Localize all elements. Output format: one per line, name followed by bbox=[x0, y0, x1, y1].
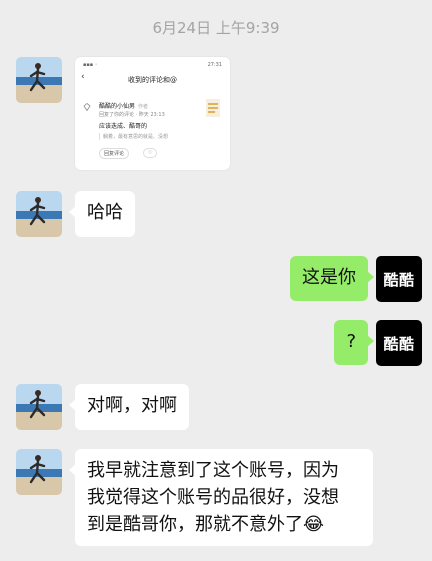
message-line: 我觉得这个账号的品很好，没想 bbox=[87, 487, 339, 508]
self-avatar[interactable]: 酷酷 bbox=[376, 256, 422, 302]
shared-screenshot-message[interactable]: ▪▪▪ ◦ 27:31 ‹ 收到的评论和@ 酷酷的小仙男 作者 回复了你的评论 ·… bbox=[75, 57, 230, 170]
screenshot-header: 收到的评论和@ bbox=[128, 76, 177, 84]
screenshot-time: 27:31 bbox=[207, 62, 222, 68]
message-bubble[interactable]: 我早就注意到了这个账号，因为 我觉得这个账号的品很好，没想 到是酷哥你，那就不意… bbox=[69, 449, 373, 546]
screenshot-like-icon: ♡ bbox=[143, 148, 158, 158]
diamond-icon bbox=[83, 103, 91, 111]
message-timestamp: 6月24日 上午9:39 bbox=[152, 19, 280, 37]
screenshot-reply-button: 回复评论 bbox=[99, 148, 130, 159]
runner-on-beach-photo-icon bbox=[16, 191, 62, 237]
self-avatar[interactable]: 酷酷 bbox=[376, 320, 422, 366]
contact-avatar[interactable] bbox=[16, 384, 62, 430]
message-bubble[interactable]: ? bbox=[334, 320, 374, 365]
message-bubble[interactable]: 哈哈 bbox=[69, 191, 135, 237]
screenshot-status-bar: ▪▪▪ ◦ 27:31 bbox=[83, 62, 222, 68]
screenshot-comment: 应该迭成、酷哥的 bbox=[99, 123, 148, 130]
screenshot-original-quote: 躺着，最有意思的就是、没想 bbox=[99, 133, 223, 140]
message-line: 我早就注意到了这个账号，因为 bbox=[87, 460, 339, 481]
commenter-name: 酷酷的小仙男 bbox=[99, 103, 136, 110]
runner-on-beach-photo-icon bbox=[16, 384, 62, 430]
message-bubble[interactable]: 这是你 bbox=[290, 256, 374, 301]
contact-avatar[interactable] bbox=[16, 57, 62, 103]
contact-avatar[interactable] bbox=[16, 449, 62, 495]
message-bubble[interactable]: 对啊，对啊 bbox=[69, 384, 189, 430]
message-line: 到是酷哥你，那就不意外了😂 bbox=[87, 514, 325, 535]
runner-on-beach-photo-icon bbox=[16, 449, 62, 495]
contact-avatar[interactable] bbox=[16, 191, 62, 237]
screenshot-meta: 回复了你的评论 · 昨天 23:13 bbox=[99, 112, 165, 118]
runner-on-beach-photo-icon bbox=[16, 57, 62, 103]
post-thumbnail-icon bbox=[206, 99, 220, 117]
screenshot-commenter: 酷酷的小仙男 作者 bbox=[99, 101, 148, 110]
commenter-tag: 作者 bbox=[138, 104, 149, 110]
